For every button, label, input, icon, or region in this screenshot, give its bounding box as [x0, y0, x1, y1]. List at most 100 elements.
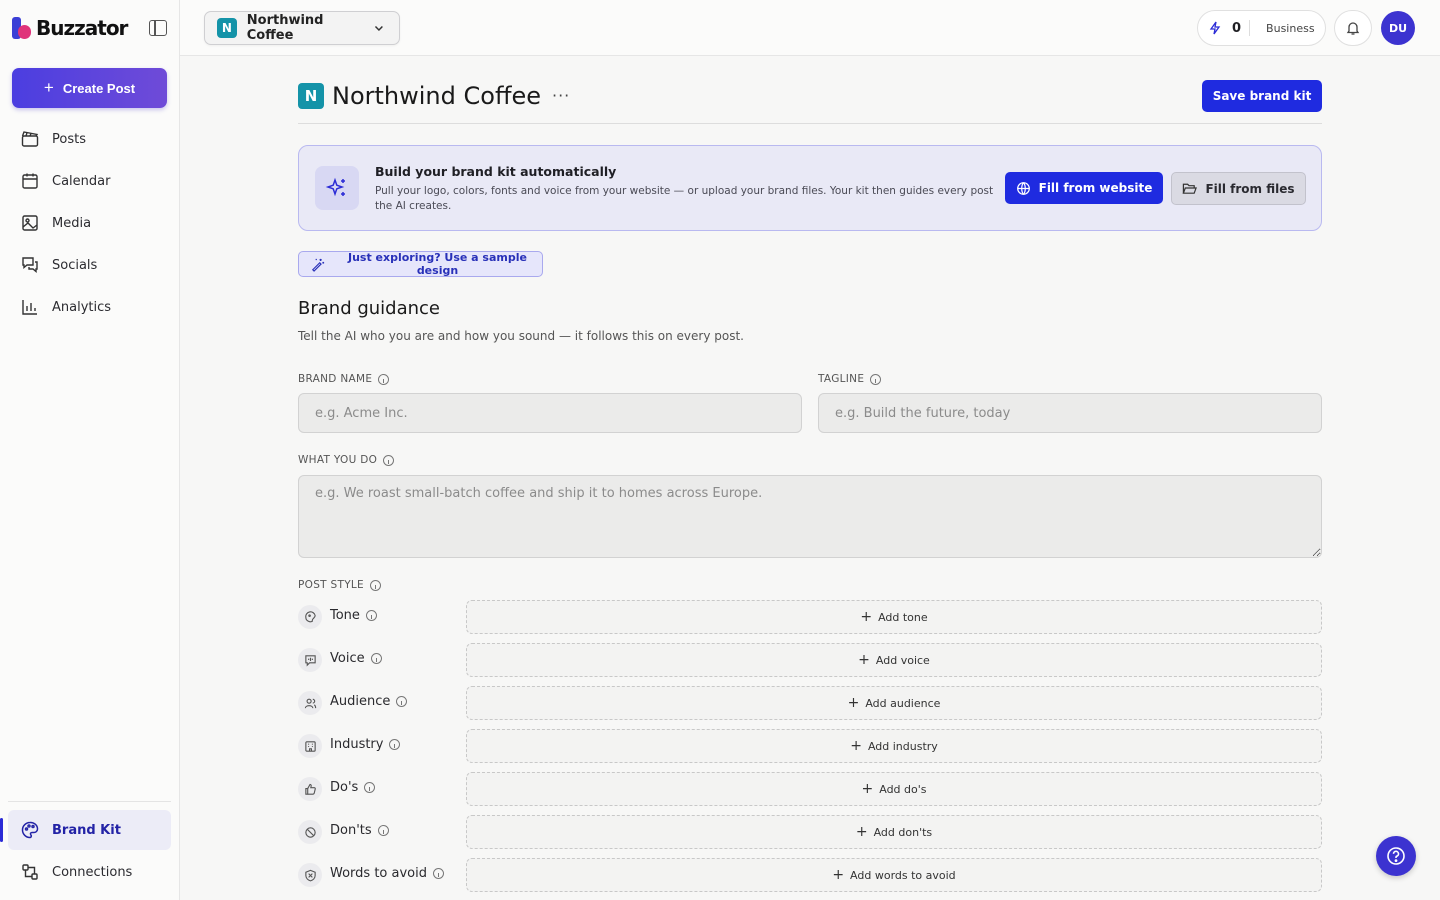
magic-wand-icon — [311, 258, 325, 272]
sidebar-item-posts[interactable]: Posts — [8, 119, 171, 159]
sidebar-item-analytics[interactable]: Analytics — [8, 287, 171, 327]
chat-icon — [22, 257, 38, 273]
plus-icon: + — [43, 78, 54, 97]
globe-icon — [1016, 181, 1030, 195]
add-tone-label: Add tone — [878, 610, 928, 624]
fill-from-website-label: Fill from website — [1038, 181, 1153, 195]
plan-label: Business — [1266, 21, 1315, 35]
section-subtitle: Tell the AI who you are and how you soun… — [298, 329, 744, 343]
folder-open-icon — [1182, 183, 1198, 194]
logo-text: Buzzator — [36, 16, 128, 40]
style-row-industry: Industry + Add industry — [298, 729, 1322, 763]
fill-from-website-button[interactable]: Fill from website — [1005, 172, 1163, 204]
sidebar-item-calendar[interactable]: Calendar — [8, 161, 171, 201]
shield-icon — [298, 863, 322, 887]
brand-name-input[interactable] — [298, 393, 802, 433]
sidebar-item-label: Calendar — [52, 173, 111, 189]
tone-icon — [298, 605, 322, 629]
main-nav: Posts Calendar Media Socials Analytics — [8, 119, 171, 329]
add-voice-button[interactable]: + Add voice — [466, 643, 1322, 677]
add-dos-button[interactable]: + Add do's — [466, 772, 1322, 806]
clapperboard-icon — [21, 131, 39, 147]
create-post-button[interactable]: + Create Post — [12, 68, 167, 108]
style-label-text: Voice — [330, 651, 365, 666]
more-options-icon[interactable]: ··· — [552, 86, 570, 105]
audience-icon — [298, 691, 322, 715]
page-title: Northwind Coffee — [332, 82, 542, 110]
info-icon[interactable] — [378, 373, 390, 385]
logo-icon — [12, 17, 32, 39]
what-you-do-label: WHAT YOU DO — [298, 454, 395, 466]
tagline-label: TAGLINE — [818, 373, 882, 385]
avatar[interactable]: DU — [1381, 11, 1415, 45]
info-icon[interactable] — [383, 454, 395, 466]
credits-count: 0 — [1232, 20, 1242, 36]
info-icon[interactable] — [389, 739, 401, 750]
sample-design-button[interactable]: Just exploring? Use a sample design — [298, 251, 543, 277]
add-industry-button[interactable]: + Add industry — [466, 729, 1322, 763]
industry-icon — [298, 734, 322, 758]
sidebar-item-media[interactable]: Media — [8, 203, 171, 243]
add-audience-button[interactable]: + Add audience — [466, 686, 1322, 720]
help-button[interactable] — [1376, 836, 1416, 876]
bell-icon — [1346, 22, 1360, 35]
plus-icon: + — [850, 738, 862, 754]
calendar-icon — [22, 173, 38, 189]
bar-chart-icon — [22, 300, 37, 315]
sidebar-item-socials[interactable]: Socials — [8, 245, 171, 285]
what-you-do-textarea[interactable] — [298, 475, 1322, 558]
connections-icon — [22, 864, 38, 880]
auto-build-title: Build your brand kit automatically — [375, 164, 617, 179]
sidebar-item-connections[interactable]: Connections — [8, 852, 171, 892]
sample-design-label: Just exploring? Use a sample design — [347, 251, 527, 277]
add-voice-label: Add voice — [875, 653, 930, 667]
style-label-text: Do's — [330, 780, 359, 795]
page-header: N Northwind Coffee ··· Save brand kit — [298, 80, 1322, 124]
auto-build-description: Pull your logo, colors, fonts and voice … — [375, 185, 994, 212]
help-icon — [1387, 847, 1405, 865]
add-audience-label: Add audience — [865, 696, 941, 710]
sidebar-item-label: Posts — [52, 131, 86, 147]
info-icon[interactable] — [870, 373, 882, 385]
workspace-selector[interactable]: N Northwind Coffee — [204, 11, 400, 45]
add-tone-button[interactable]: + Add tone — [466, 600, 1322, 634]
add-donts-label: Add don'ts — [873, 825, 933, 839]
chevron-down-icon — [375, 25, 384, 32]
info-icon[interactable] — [370, 579, 381, 591]
bolt-icon — [1209, 21, 1221, 35]
info-icon[interactable] — [432, 868, 444, 879]
info-icon[interactable] — [364, 782, 376, 793]
voice-icon — [298, 648, 322, 672]
info-icon[interactable] — [365, 610, 377, 621]
sidebar-item-brand-kit[interactable]: Brand Kit — [0, 810, 171, 850]
top-bar: N Northwind Coffee 0 Business DU — [180, 0, 1440, 56]
add-words-to-avoid-label: Add words to avoid — [850, 868, 956, 882]
style-label: Audience — [330, 694, 408, 709]
style-label: Industry — [330, 737, 401, 752]
collapse-sidebar-icon[interactable] — [149, 20, 167, 36]
info-icon[interactable] — [377, 825, 389, 836]
sidebar-item-label: Analytics — [52, 299, 112, 315]
post-style-label: POST STYLE — [298, 579, 381, 591]
section-title: Brand guidance — [298, 298, 441, 319]
save-brand-kit-button[interactable]: Save brand kit — [1202, 80, 1322, 112]
plus-icon: + — [860, 609, 873, 625]
style-label: Tone — [330, 608, 377, 623]
sidebar-item-label: Connections — [52, 864, 133, 880]
sparkles-icon — [315, 166, 359, 210]
workspace-badge: N — [217, 18, 237, 38]
credits-pill[interactable]: 0 Business — [1197, 10, 1326, 46]
notifications-button[interactable] — [1334, 10, 1372, 46]
style-label-text: Tone — [330, 608, 360, 623]
add-words-to-avoid-button[interactable]: + Add words to avoid — [466, 858, 1322, 892]
create-post-label: Create Post — [62, 80, 136, 96]
bottom-nav: Brand Kit Connections — [0, 801, 171, 894]
add-donts-button[interactable]: + Add don'ts — [466, 815, 1322, 849]
style-row-voice: Voice + Add voice — [298, 643, 1322, 677]
info-icon[interactable] — [370, 653, 382, 664]
tagline-input[interactable] — [818, 393, 1322, 433]
fill-from-files-button[interactable]: Fill from files — [1171, 172, 1306, 205]
image-icon — [22, 215, 38, 231]
what-you-do-label-text: WHAT YOU DO — [298, 454, 378, 466]
info-icon[interactable] — [396, 696, 408, 707]
